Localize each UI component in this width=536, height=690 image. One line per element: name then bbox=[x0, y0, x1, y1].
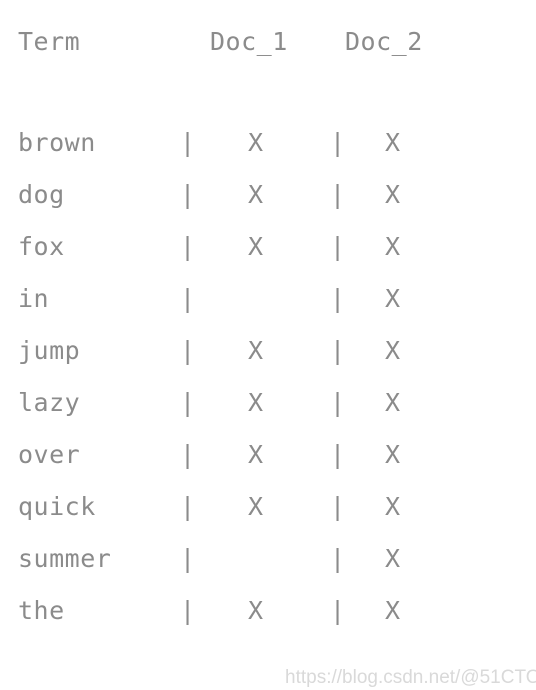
row-separator-1: | bbox=[180, 492, 196, 521]
row-doc1-marker: X bbox=[248, 180, 264, 209]
row-term: brown bbox=[18, 128, 96, 157]
table-row: quick | X | X bbox=[18, 481, 518, 533]
table-header-row: Term Doc_1 Doc_2 bbox=[18, 16, 518, 68]
row-separator-2: | bbox=[330, 180, 346, 209]
table-row: dog | X | X bbox=[18, 169, 518, 221]
row-separator-1: | bbox=[180, 284, 196, 313]
row-separator-1: | bbox=[180, 128, 196, 157]
table-row: fox | X | X bbox=[18, 221, 518, 273]
row-separator-1: | bbox=[180, 180, 196, 209]
row-doc2-marker: X bbox=[385, 284, 401, 313]
column-header-term: Term bbox=[18, 27, 81, 56]
table-row: summer | | X bbox=[18, 533, 518, 585]
row-term: summer bbox=[18, 544, 112, 573]
row-separator-2: | bbox=[330, 128, 346, 157]
row-term: the bbox=[18, 596, 65, 625]
row-separator-2: | bbox=[330, 492, 346, 521]
row-separator-1: | bbox=[180, 440, 196, 469]
row-doc1-marker: X bbox=[248, 492, 264, 521]
table-row: brown | X | X bbox=[18, 117, 518, 169]
row-doc1-marker: X bbox=[248, 232, 264, 261]
row-term: quick bbox=[18, 492, 96, 521]
row-separator-2: | bbox=[330, 544, 346, 573]
row-doc2-marker: X bbox=[385, 388, 401, 417]
inverted-index-table: Term Doc_1 Doc_2 ———————————————————————… bbox=[0, 0, 536, 690]
separator-line-top: ———————————————————————— bbox=[18, 88, 498, 92]
column-header-doc1: Doc_1 bbox=[210, 27, 288, 56]
row-doc2-marker: X bbox=[385, 440, 401, 469]
row-term: lazy bbox=[18, 388, 81, 417]
table-row: in | | X bbox=[18, 273, 518, 325]
row-doc1-marker: X bbox=[248, 336, 264, 365]
column-header-doc2: Doc_2 bbox=[345, 27, 423, 56]
row-doc2-marker: X bbox=[385, 180, 401, 209]
row-separator-1: | bbox=[180, 336, 196, 365]
table-row: over | X | X bbox=[18, 429, 518, 481]
row-term: fox bbox=[18, 232, 65, 261]
row-doc2-marker: X bbox=[385, 128, 401, 157]
row-separator-1: | bbox=[180, 388, 196, 417]
row-term: jump bbox=[18, 336, 81, 365]
row-doc1-marker: X bbox=[248, 596, 264, 625]
row-separator-1: | bbox=[180, 544, 196, 573]
row-separator-2: | bbox=[330, 440, 346, 469]
row-doc2-marker: X bbox=[385, 544, 401, 573]
table-row: the | X | X bbox=[18, 585, 518, 637]
row-term: dog bbox=[18, 180, 65, 209]
row-separator-2: | bbox=[330, 336, 346, 365]
row-separator-2: | bbox=[330, 232, 346, 261]
row-doc2-marker: X bbox=[385, 336, 401, 365]
row-term: in bbox=[18, 284, 50, 313]
separator-line-bottom: ———————————————————————— bbox=[18, 668, 498, 672]
row-doc1-marker: X bbox=[248, 388, 264, 417]
row-separator-2: | bbox=[330, 388, 346, 417]
row-separator-1: | bbox=[180, 596, 196, 625]
row-doc2-marker: X bbox=[385, 232, 401, 261]
row-doc1-marker: X bbox=[248, 440, 264, 469]
table-row: lazy | X | X bbox=[18, 377, 518, 429]
row-doc2-marker: X bbox=[385, 596, 401, 625]
row-doc2-marker: X bbox=[385, 492, 401, 521]
row-separator-2: | bbox=[330, 596, 346, 625]
row-doc1-marker: X bbox=[248, 128, 264, 157]
row-term: over bbox=[18, 440, 81, 469]
row-separator-2: | bbox=[330, 284, 346, 313]
row-separator-1: | bbox=[180, 232, 196, 261]
table-row: jump | X | X bbox=[18, 325, 518, 377]
